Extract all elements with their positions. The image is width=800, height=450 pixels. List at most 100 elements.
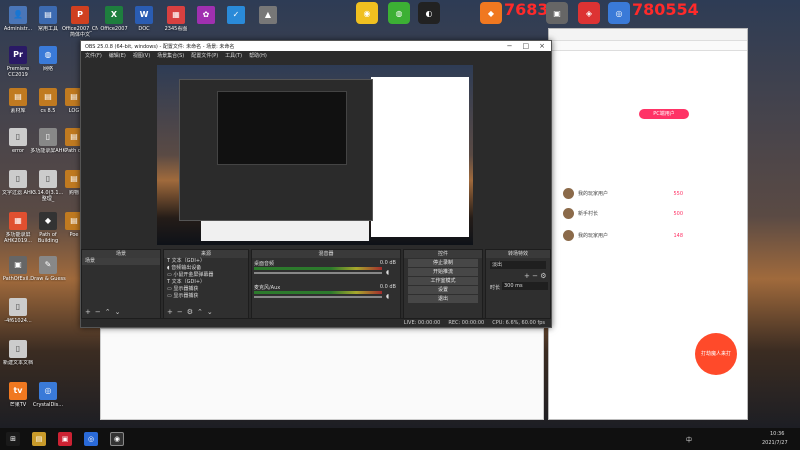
menu-help[interactable]: 帮助(H) <box>249 52 267 59</box>
desktop-icon[interactable]: ◍ 网络 <box>30 46 66 72</box>
window-icon: ▭ <box>167 272 172 278</box>
excel-icon: X <box>105 6 123 24</box>
desktop-icon[interactable]: ▤ 常用工具 <box>30 6 66 32</box>
up-icon[interactable]: ⌃ <box>197 308 203 316</box>
file-icon: ▯ <box>9 170 27 188</box>
minimize-icon[interactable]: − <box>507 42 513 50</box>
sources-dock: 来源 T 文本（GDI+） ◖ 音频输出设备 ▭ 小鼠开金屏弹幕器 T 文本（G… <box>163 249 249 319</box>
source-item[interactable]: ◖ 音频输出设备 <box>164 265 248 272</box>
browser-toolbar[interactable] <box>549 41 747 51</box>
network-icon: ◍ <box>39 46 57 64</box>
gear-icon[interactable]: ⚙ <box>187 308 193 316</box>
desktop-icon[interactable]: P Office2007_CN 简体中文 <box>62 6 98 38</box>
studio-mode-button[interactable]: 工作室模式 <box>408 277 478 285</box>
speaker-icon[interactable]: ◖ <box>386 293 389 300</box>
file-explorer-icon[interactable]: ▤ <box>32 432 46 446</box>
browser-window[interactable]: PC端用户 我的玩家用户 550 新手村长 500 我的玩家用户 148 打劫魔人来打 <box>548 28 748 420</box>
remove-icon[interactable]: − <box>177 308 183 316</box>
app-red-icon[interactable]: ◈ <box>578 2 600 24</box>
track-db: 0.0 dB <box>379 284 396 290</box>
qq-icon[interactable]: ◐ <box>418 2 440 24</box>
browser-tab-bar[interactable] <box>549 29 747 41</box>
list-item[interactable]: 我的玩家用户 148 <box>563 229 683 242</box>
settings-button[interactable]: 设置 <box>408 286 478 294</box>
desktop-icon[interactable]: ▲ <box>250 6 286 26</box>
duration-input[interactable]: 300 ms <box>502 282 548 290</box>
up-icon[interactable]: ⌃ <box>105 308 111 316</box>
add-icon[interactable]: + <box>167 308 173 316</box>
source-item[interactable]: ▭ 显示器捕获 <box>164 293 248 300</box>
menu-profile[interactable]: 配置文件(P) <box>191 52 218 59</box>
obs-titlebar[interactable]: OBS 25.0.8 (64-bit, windows) - 配置文件: 未命名… <box>81 41 551 51</box>
app-blue-icon[interactable]: ◎ <box>608 2 630 24</box>
background-window[interactable] <box>100 328 544 420</box>
transition-select[interactable]: 淡出 <box>490 261 546 269</box>
menu-tools[interactable]: 工具(T) <box>225 52 242 59</box>
add-icon[interactable]: + <box>85 308 91 316</box>
gear-icon[interactable]: ⚙ <box>540 272 546 280</box>
mango-tv-icon: tv <box>9 382 27 400</box>
app-orange-icon[interactable]: ◆ <box>480 2 502 24</box>
wechat-icon[interactable]: ◍ <box>388 2 410 24</box>
remove-icon[interactable]: − <box>95 308 101 316</box>
source-item[interactable]: T 文本（GDI+） <box>164 279 248 286</box>
volume-slider[interactable] <box>254 272 382 274</box>
menu-view[interactable]: 视图(V) <box>133 52 150 59</box>
desktop-icon[interactable]: ✓ <box>218 6 254 26</box>
obs-statusbar: LIVE: 00:00:00 REC: 00:00:00 CPU: 6.6%, … <box>81 318 551 327</box>
preview-browser <box>371 77 469 237</box>
speaker-icon[interactable]: ◖ <box>386 269 389 276</box>
source-item[interactable]: ▭ 小鼠开金屏弹幕器 <box>164 272 248 279</box>
tray-lang[interactable]: 中 <box>686 435 692 444</box>
close-icon[interactable]: × <box>539 42 545 50</box>
obs-icon[interactable]: ◉ <box>110 432 124 446</box>
tray-time[interactable]: 10:36 <box>770 431 784 437</box>
add-icon[interactable]: + <box>524 272 530 280</box>
list-item[interactable]: 新手村长 500 <box>563 207 683 220</box>
flower-app-icon: ✿ <box>197 6 215 24</box>
folder-icon: ▤ <box>9 88 27 106</box>
remove-icon[interactable]: − <box>532 272 538 280</box>
pc-user-button[interactable]: PC端用户 <box>639 109 689 119</box>
exit-button[interactable]: 退出 <box>408 295 478 303</box>
desktop-icon[interactable]: W DOC <box>126 6 162 32</box>
start-icon[interactable]: ⊞ <box>6 432 20 446</box>
down-icon[interactable]: ⌄ <box>115 308 121 316</box>
desktop-icon[interactable]: ◎ CrystalDis... <box>30 382 66 408</box>
sources-header: 来源 <box>164 250 248 258</box>
tray-date[interactable]: 2021/7/27 <box>762 440 788 446</box>
desktop-icon[interactable]: ▯ 新建文本文档 <box>0 340 36 366</box>
source-item[interactable]: T 文本（GDI+） <box>164 258 248 265</box>
app-yellow-icon[interactable]: ◉ <box>356 2 378 24</box>
volume-meter <box>254 291 382 294</box>
game-icon: ▣ <box>9 256 27 274</box>
stop-recording-button[interactable]: 停止录制 <box>408 259 478 267</box>
list-item[interactable]: 我的玩家用户 550 <box>563 187 683 200</box>
desktop-icon[interactable]: ▯ -4f61024... <box>0 298 36 324</box>
down-icon[interactable]: ⌄ <box>207 308 213 316</box>
scene-item[interactable]: 场景 <box>82 258 160 265</box>
desktop-icon[interactable]: ✎ Draw & Guess <box>30 256 66 282</box>
start-streaming-button[interactable]: 开始推流 <box>408 268 478 276</box>
app-gray-icon[interactable]: ▣ <box>546 2 568 24</box>
menu-edit[interactable]: 编辑(E) <box>109 52 126 59</box>
menu-file[interactable]: 文件(F) <box>85 52 102 59</box>
monitor-icon: ▭ <box>167 293 172 299</box>
source-item[interactable]: ▭ 显示器捕获 <box>164 286 248 293</box>
scenes-header: 场景 <box>82 250 160 258</box>
mixer-header: 混音器 <box>252 250 400 258</box>
mixer-dock: 混音器 桌面音频 0.0 dB ◖ 麦克风/Aux 0.0 dB ◖ <box>251 249 401 319</box>
app-red-icon[interactable]: ▣ <box>58 432 72 446</box>
folder-icon: ▤ <box>39 6 57 24</box>
file-icon: ▯ <box>39 170 57 188</box>
promo-banner[interactable]: 打劫魔人来打 <box>695 333 737 375</box>
speaker-icon: ◖ <box>167 265 170 271</box>
avatar <box>563 230 574 241</box>
volume-slider[interactable] <box>254 296 382 298</box>
obs-window[interactable]: OBS 25.0.8 (64-bit, windows) - 配置文件: 未命名… <box>80 40 552 328</box>
obs-preview[interactable] <box>157 65 473 245</box>
app-blue-icon[interactable]: ◎ <box>84 432 98 446</box>
text-source-icon: T <box>167 279 171 285</box>
maximize-icon[interactable]: □ <box>523 42 530 50</box>
menu-scene-collection[interactable]: 场景集合(S) <box>157 52 184 59</box>
